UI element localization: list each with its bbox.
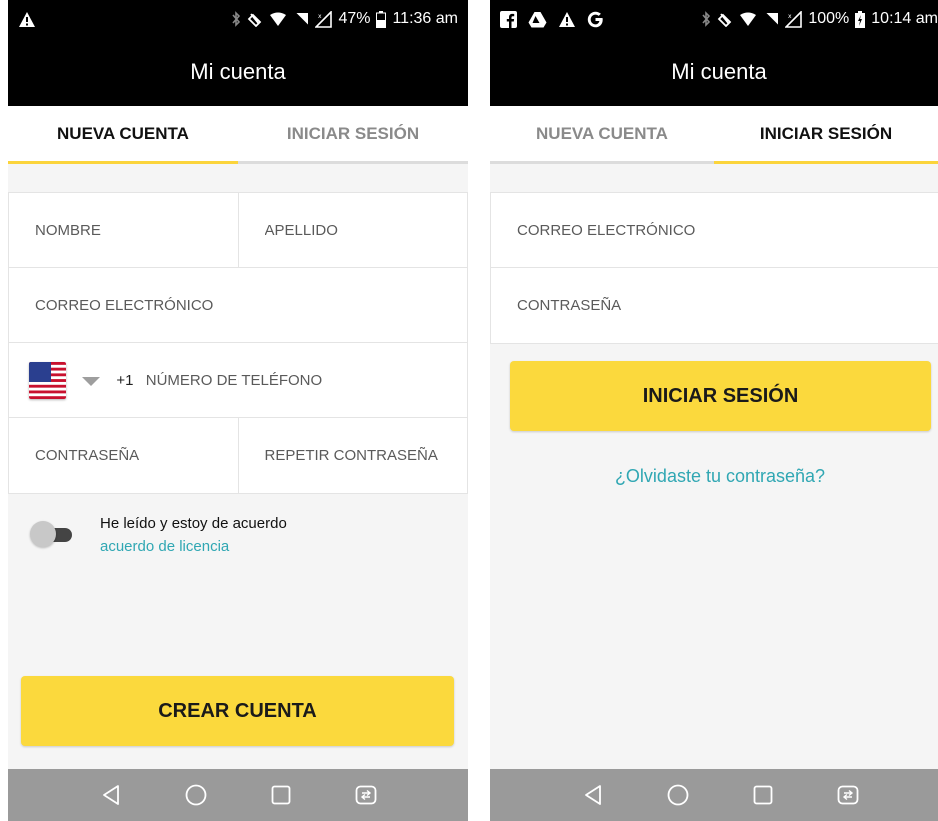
bluetooth-icon xyxy=(231,10,241,28)
first-name-cell xyxy=(9,193,238,267)
google-icon xyxy=(587,10,604,28)
recents-icon[interactable] xyxy=(745,777,781,813)
home-icon[interactable] xyxy=(178,777,214,813)
create-account-button[interactable]: CREAR CUENTA xyxy=(21,676,454,746)
svg-text:x: x xyxy=(318,13,322,20)
password-row xyxy=(491,268,938,343)
password-row xyxy=(9,418,467,493)
status-bar: x 47% 11:36 am xyxy=(8,0,468,38)
status-notifications xyxy=(500,9,604,29)
warning-icon xyxy=(558,10,576,28)
license-agreement: He leído y estoy de acuerdo acuerdo de l… xyxy=(30,512,287,558)
page-title: Mi cuenta xyxy=(190,59,286,84)
password-input[interactable] xyxy=(35,447,238,464)
vibrate-icon xyxy=(717,10,733,28)
license-toggle[interactable] xyxy=(30,521,74,547)
tab-new-account[interactable]: NUEVA CUENTA xyxy=(490,106,714,161)
battery-percent: 47% xyxy=(338,10,371,27)
status-bar: x 100% 10:14 am xyxy=(490,0,938,38)
sign-in-button[interactable]: INICIAR SESIÓN xyxy=(510,361,931,431)
forgot-password-link[interactable]: ¿Olvidaste tu contraseña? xyxy=(490,466,938,487)
last-name-input[interactable] xyxy=(264,221,467,239)
email-input[interactable] xyxy=(517,221,938,239)
dual-window-icon[interactable] xyxy=(348,777,384,813)
facebook-icon xyxy=(500,10,517,28)
home-icon[interactable] xyxy=(660,777,696,813)
system-nav-bar xyxy=(8,769,468,821)
drive-icon xyxy=(528,10,547,28)
license-link[interactable]: acuerdo de licencia xyxy=(100,535,287,558)
bluetooth-icon xyxy=(701,10,711,28)
repeat-password-cell xyxy=(237,418,467,493)
no-signal-icon xyxy=(293,10,310,28)
email-cell xyxy=(491,193,938,267)
status-notifications xyxy=(18,9,36,29)
tab-new-account[interactable]: NUEVA CUENTA xyxy=(8,106,238,164)
dual-window-icon[interactable] xyxy=(830,777,866,813)
password-input[interactable] xyxy=(517,297,938,314)
clock: 10:14 am xyxy=(871,10,938,27)
tab-sign-in[interactable]: INICIAR SESIÓN xyxy=(238,106,468,161)
us-flag-icon[interactable] xyxy=(29,361,67,399)
agreement-label: He leído y estoy de acuerdo xyxy=(100,515,287,532)
app-bar: Mi cuenta xyxy=(490,38,938,106)
tab-sign-in[interactable]: INICIAR SESIÓN xyxy=(714,106,938,164)
sign-in-screen: x 100% 10:14 am Mi cuenta NUEVA CUENTA I… xyxy=(490,0,938,821)
battery-icon xyxy=(376,10,387,28)
email-cell xyxy=(9,268,467,342)
first-name-input[interactable] xyxy=(35,221,238,239)
clock: 11:36 am xyxy=(392,10,458,27)
app-bar: Mi cuenta xyxy=(8,38,468,106)
status-indicators: x 100% 10:14 am xyxy=(701,9,938,29)
wifi-icon xyxy=(739,10,757,28)
email-row xyxy=(9,268,467,343)
email-input[interactable] xyxy=(35,296,467,314)
vibrate-icon xyxy=(247,10,263,28)
phone-input[interactable] xyxy=(145,371,467,389)
password-cell xyxy=(9,418,238,493)
dial-code: +1 xyxy=(116,371,134,389)
svg-text:x: x xyxy=(788,13,792,20)
account-tabs: NUEVA CUENTA INICIAR SESIÓN xyxy=(8,106,468,164)
battery-percent: 100% xyxy=(808,10,850,27)
password-cell xyxy=(491,268,938,343)
country-dropdown-caret-icon[interactable] xyxy=(82,376,101,386)
no-signal-icon xyxy=(763,10,780,28)
network-icon: x xyxy=(315,10,333,28)
back-icon[interactable] xyxy=(575,777,611,813)
last-name-cell xyxy=(237,193,467,267)
network-icon: x xyxy=(785,10,803,28)
name-row xyxy=(9,193,467,268)
email-row xyxy=(491,193,938,268)
phone-row: +1 xyxy=(9,343,467,418)
agreement-text: He leído y estoy de acuerdo acuerdo de l… xyxy=(100,512,287,558)
status-indicators: x 47% 11:36 am xyxy=(231,9,458,29)
toggle-knob xyxy=(30,521,56,547)
warning-icon xyxy=(18,10,36,28)
recents-icon[interactable] xyxy=(263,777,299,813)
page-title: Mi cuenta xyxy=(671,59,767,84)
back-icon[interactable] xyxy=(93,777,129,813)
account-tabs: NUEVA CUENTA INICIAR SESIÓN xyxy=(490,106,938,164)
wifi-icon xyxy=(269,10,287,28)
system-nav-bar xyxy=(490,769,938,821)
new-account-screen: x 47% 11:36 am Mi cuenta NUEVA CUENTA IN… xyxy=(8,0,468,821)
registration-form: +1 xyxy=(8,192,468,494)
battery-charging-icon xyxy=(855,10,866,28)
sign-in-form xyxy=(490,192,938,344)
repeat-password-input[interactable] xyxy=(264,447,467,464)
